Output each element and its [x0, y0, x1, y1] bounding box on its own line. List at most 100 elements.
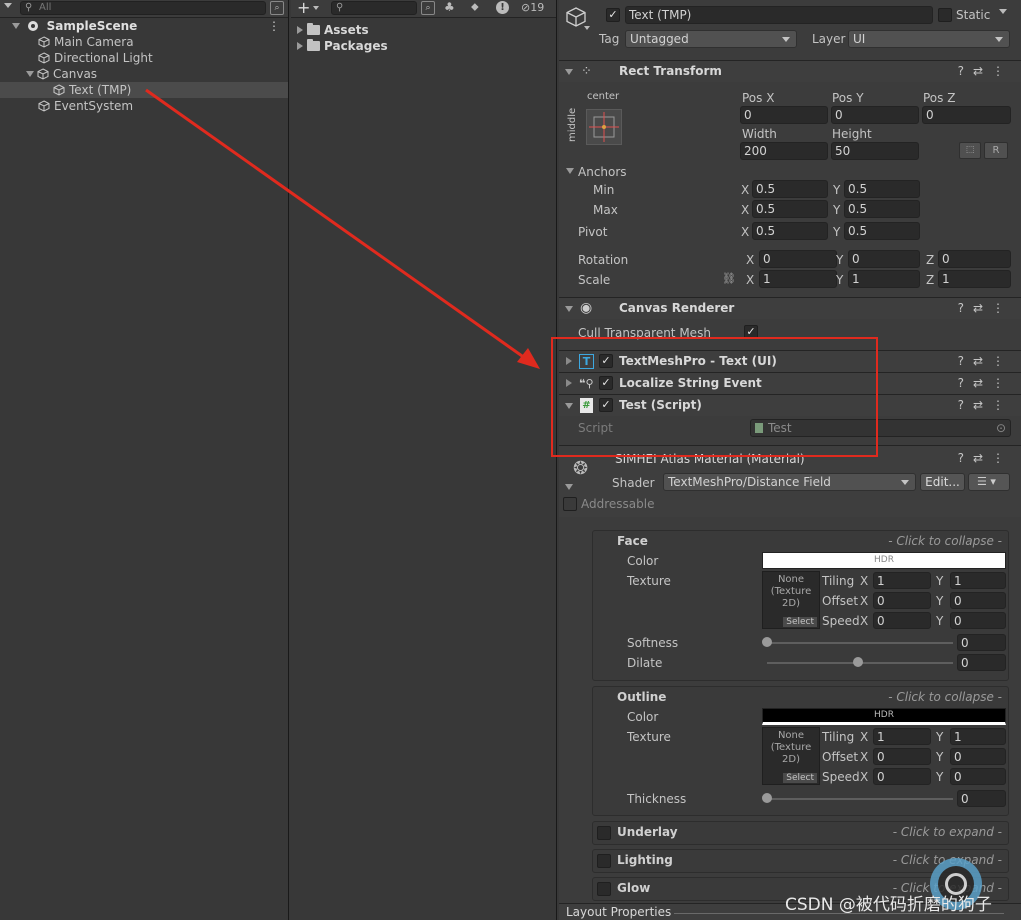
outline-texture-slot[interactable]: None (Texture 2D) Select: [762, 727, 820, 785]
thickness-field[interactable]: 0: [957, 790, 1006, 807]
pos-z-field[interactable]: 0: [922, 106, 1011, 124]
anchor-max-y-field[interactable]: 0.5: [844, 200, 920, 218]
tag-icon[interactable]: ⬥: [471, 0, 479, 14]
expand-icon[interactable]: [12, 23, 20, 29]
face-tiling-x-field[interactable]: 1: [873, 572, 931, 589]
scale-x-field[interactable]: 1: [759, 270, 837, 288]
preset-icon[interactable]: ⇄: [973, 301, 992, 315]
outline-collapse-hint[interactable]: - Click to collapse -: [888, 690, 1002, 704]
help-icon[interactable]: ?: [958, 64, 973, 78]
collapse-icon[interactable]: [565, 484, 573, 490]
hierarchy-item-main-camera[interactable]: Main Camera: [0, 34, 288, 50]
hierarchy-item-canvas[interactable]: Canvas: [0, 66, 288, 82]
search-by-type-icon[interactable]: ⌕: [421, 1, 435, 15]
glow-checkbox[interactable]: [597, 882, 611, 896]
tag-dropdown[interactable]: Untagged: [625, 30, 797, 48]
anchors-collapse-icon[interactable]: [566, 168, 574, 174]
link-scale-icon[interactable]: ⛓: [722, 272, 736, 285]
component-icons[interactable]: ?⇄⋮: [958, 61, 1013, 82]
outline-color-field[interactable]: HDR: [762, 708, 1006, 725]
rotation-z-field[interactable]: 0: [938, 250, 1011, 268]
component-icons[interactable]: ?⇄⋮: [958, 451, 1013, 465]
pos-x-field[interactable]: 0: [740, 106, 828, 124]
underlay-expand-hint[interactable]: - Click to expand -: [893, 825, 1002, 839]
hidden-packages-icon[interactable]: ⊘19: [521, 1, 544, 14]
canvas-renderer-header[interactable]: ◉ Canvas Renderer ?⇄⋮: [559, 297, 1021, 319]
height-field[interactable]: 50: [831, 142, 919, 160]
texture-select-button[interactable]: Select: [783, 617, 817, 627]
project-search-input[interactable]: ⚲: [331, 1, 417, 15]
icon-dropdown-icon[interactable]: [584, 26, 590, 30]
anchor-presets-icon[interactable]: [586, 109, 622, 145]
face-tiling-y-field[interactable]: 1: [950, 572, 1006, 589]
outline-tiling-y-field[interactable]: 1: [950, 728, 1006, 745]
outline-speed-x-field[interactable]: 0: [873, 768, 931, 785]
static-dropdown-icon[interactable]: [999, 9, 1007, 14]
add-asset-button[interactable]: +: [297, 0, 310, 17]
help-icon[interactable]: ?: [958, 354, 973, 368]
outline-offset-y-field[interactable]: 0: [950, 748, 1006, 765]
search-by-type-icon[interactable]: ⌕: [270, 1, 284, 15]
more-icon[interactable]: ⋮: [992, 376, 1013, 390]
width-field[interactable]: 200: [740, 142, 828, 160]
more-icon[interactable]: ⋮: [992, 301, 1013, 315]
outline-tiling-x-field[interactable]: 1: [873, 728, 931, 745]
preset-icon[interactable]: ⇄: [973, 451, 992, 465]
face-header[interactable]: Face - Click to collapse -: [593, 531, 1008, 553]
softness-slider-track[interactable]: [767, 642, 953, 644]
hierarchy-search-input[interactable]: ⚲ All: [20, 1, 266, 15]
help-icon[interactable]: ?: [958, 301, 973, 315]
anchor-max-x-field[interactable]: 0.5: [752, 200, 828, 218]
face-speed-x-field[interactable]: 0: [873, 612, 931, 629]
object-name-field[interactable]: Text (TMP): [625, 6, 933, 24]
shader-edit-button[interactable]: Edit...: [920, 473, 965, 491]
face-collapse-hint[interactable]: - Click to collapse -: [888, 534, 1002, 548]
rect-transform-header[interactable]: ⁘ Rect Transform ?⇄⋮: [559, 60, 1021, 82]
expand-icon[interactable]: [26, 71, 34, 77]
more-icon[interactable]: ⋮: [992, 354, 1013, 368]
layer-dropdown[interactable]: UI: [848, 30, 1010, 48]
face-texture-slot[interactable]: None (Texture 2D) Select: [762, 571, 820, 629]
help-icon[interactable]: ?: [958, 376, 973, 390]
outline-header[interactable]: Outline - Click to collapse -: [593, 687, 1008, 709]
component-icons[interactable]: ?⇄⋮: [958, 298, 1013, 319]
warning-filter-icon[interactable]: !: [496, 1, 509, 14]
pos-y-field[interactable]: 0: [831, 106, 919, 124]
hierarchy-item-eventsystem[interactable]: EventSystem: [0, 98, 288, 114]
active-checkbox[interactable]: ✓: [606, 8, 620, 22]
face-offset-y-field[interactable]: 0: [950, 592, 1006, 609]
outline-offset-x-field[interactable]: 0: [873, 748, 931, 765]
raw-edit-button[interactable]: R: [984, 142, 1008, 159]
face-color-field[interactable]: HDR: [762, 552, 1006, 569]
preset-icon[interactable]: ⇄: [973, 376, 992, 390]
softness-slider-knob[interactable]: [762, 637, 772, 647]
shader-options-button[interactable]: ☰ ▾: [968, 473, 1010, 491]
rotation-y-field[interactable]: 0: [848, 250, 920, 268]
component-icons[interactable]: ?⇄⋮: [958, 395, 1013, 416]
rotation-x-field[interactable]: 0: [759, 250, 837, 268]
hierarchy-item-directional-light[interactable]: Directional Light: [0, 50, 288, 66]
preset-icon[interactable]: ⇄: [973, 354, 992, 368]
anchor-min-y-field[interactable]: 0.5: [844, 180, 920, 198]
more-icon[interactable]: ⋮: [992, 451, 1013, 465]
more-icon[interactable]: ⋮: [992, 398, 1013, 412]
scale-y-field[interactable]: 1: [848, 270, 920, 288]
blueprint-mode-button[interactable]: ⬚: [959, 142, 981, 159]
collapse-icon[interactable]: [565, 306, 573, 312]
scale-z-field[interactable]: 1: [938, 270, 1011, 288]
help-icon[interactable]: ?: [958, 451, 973, 465]
pivot-x-field[interactable]: 0.5: [752, 222, 828, 240]
component-icons[interactable]: ?⇄⋮: [958, 373, 1013, 394]
folder-assets[interactable]: Assets: [291, 22, 556, 38]
face-offset-x-field[interactable]: 0: [873, 592, 931, 609]
anchor-min-x-field[interactable]: 0.5: [752, 180, 828, 198]
scene-menu-icon[interactable]: ⋮: [268, 18, 280, 34]
lighting-checkbox[interactable]: [597, 854, 611, 868]
pivot-y-field[interactable]: 0.5: [844, 222, 920, 240]
more-icon[interactable]: ⋮: [992, 64, 1013, 78]
collapse-icon[interactable]: [565, 69, 573, 75]
chevron-down-icon[interactable]: [313, 6, 319, 10]
static-checkbox[interactable]: [938, 8, 952, 22]
shader-dropdown[interactable]: TextMeshPro/Distance Field: [663, 473, 916, 491]
expand-icon[interactable]: [297, 42, 303, 50]
